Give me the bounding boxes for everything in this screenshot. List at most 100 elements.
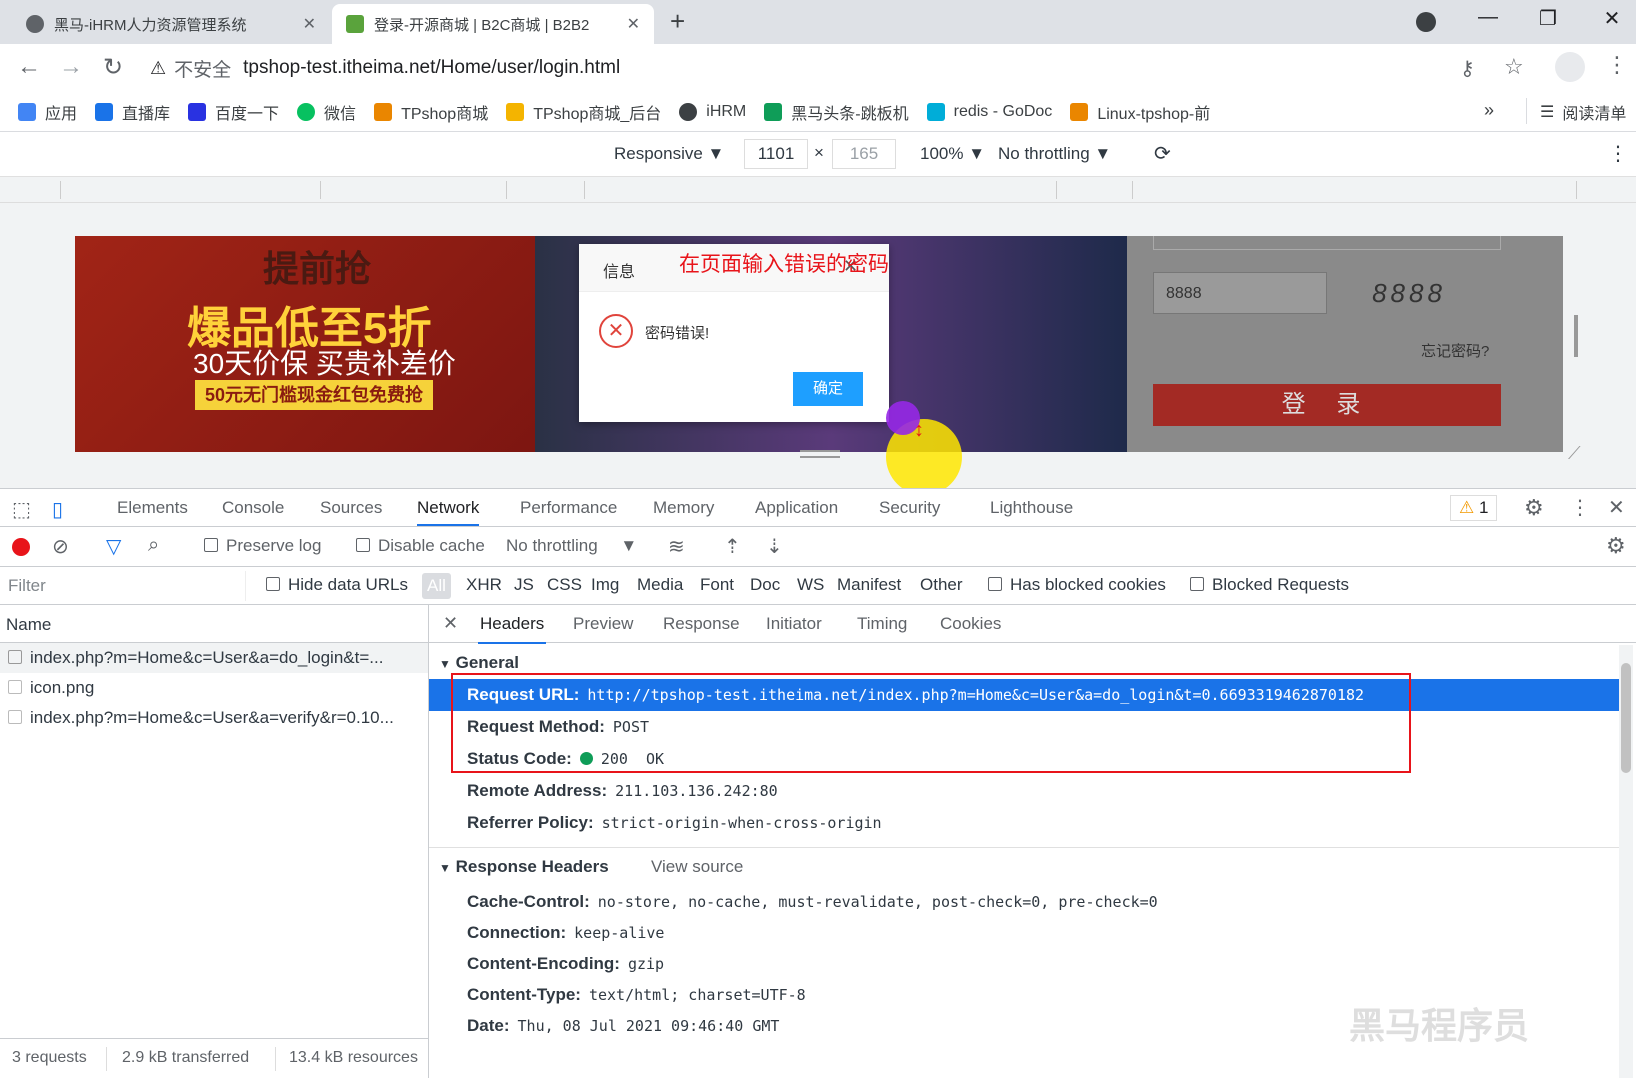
dialog-ok-button[interactable]: 确定 <box>793 372 863 406</box>
hide-data-urls-checkbox[interactable]: Hide data URLs <box>266 575 408 595</box>
device-toggle-icon[interactable]: ▯ <box>52 497 63 522</box>
response-headers-section-header[interactable]: ▼ Response Headers <box>439 857 609 877</box>
close-icon[interactable]: ✕ <box>627 14 640 34</box>
close-icon[interactable]: ✕ <box>303 14 316 34</box>
filter-type-manifest[interactable]: Manifest <box>837 575 901 595</box>
bookmark-item[interactable]: 直播库 <box>95 100 170 124</box>
filter-icon[interactable]: ▽ <box>106 534 121 559</box>
tab-application[interactable]: Application <box>755 498 838 518</box>
filter-type-img[interactable]: Img <box>591 575 619 595</box>
filter-type-font[interactable]: Font <box>700 575 734 595</box>
search-icon[interactable]: ⌕ <box>148 534 159 557</box>
bookmark-item[interactable]: 百度一下 <box>188 100 279 124</box>
right-resize-handle[interactable] <box>1574 315 1578 357</box>
tab-network[interactable]: Network <box>417 498 480 526</box>
key-icon[interactable]: ⚷ <box>1460 56 1475 81</box>
warnings-badge[interactable]: ⚠ 1 <box>1450 495 1498 521</box>
restore-button[interactable]: ❐ <box>1528 6 1568 31</box>
scrollbar-thumb[interactable] <box>1621 663 1631 773</box>
scrollbar[interactable] <box>1619 645 1633 1078</box>
star-icon[interactable]: ☆ <box>1504 54 1524 80</box>
request-row[interactable]: index.php?m=Home&c=User&a=do_login&t=... <box>0 643 428 673</box>
tab-console[interactable]: Console <box>222 498 284 518</box>
forgot-password-link[interactable]: 忘记密码? <box>1421 340 1489 361</box>
filter-type-media[interactable]: Media <box>637 575 683 595</box>
reload-icon[interactable]: ↻ <box>98 53 128 82</box>
filter-type-css[interactable]: CSS <box>547 575 582 595</box>
tab-initiator[interactable]: Initiator <box>766 614 822 634</box>
tab-response[interactable]: Response <box>663 614 740 634</box>
inspect-icon[interactable]: ⬚ <box>12 497 31 522</box>
request-row[interactable]: index.php?m=Home&c=User&a=verify&r=0.10.… <box>0 703 428 733</box>
bookmark-item[interactable]: TPshop商城_后台 <box>506 100 661 124</box>
browser-tab-login[interactable]: 登录-开源商城 | B2C商城 | B2B2 ✕ <box>332 4 654 44</box>
bookmark-item[interactable]: Linux-tpshop-前 <box>1070 100 1210 124</box>
bookmark-item[interactable]: 微信 <box>297 100 356 124</box>
view-source-link[interactable]: View source <box>651 857 743 877</box>
tab-memory[interactable]: Memory <box>653 498 714 518</box>
minimize-button[interactable]: — <box>1468 6 1508 29</box>
rotate-icon[interactable]: ⟳ <box>1154 141 1171 166</box>
throttling-select[interactable]: No throttling ▼ <box>506 536 637 556</box>
more-icon[interactable]: ⋮ <box>1570 495 1590 520</box>
general-section-header[interactable]: ▼ General <box>439 653 519 673</box>
address-bar[interactable]: ⚠ 不安全 tpshop-test.itheima.net/Home/user/… <box>150 50 1450 86</box>
import-har-icon[interactable]: ⇡ <box>724 534 741 559</box>
profile-icon[interactable] <box>1555 52 1585 82</box>
browser-tab-ihrm[interactable]: 黑马-iHRM人力资源管理系统 ✕ <box>12 4 330 44</box>
network-settings-icon[interactable]: ⚙ <box>1606 533 1626 559</box>
export-har-icon[interactable]: ⇣ <box>766 534 783 559</box>
bookmark-item[interactable]: iHRM <box>679 102 746 121</box>
bookmark-item[interactable]: redis - GoDoc <box>926 102 1052 121</box>
new-tab-button[interactable]: + <box>670 6 685 37</box>
disable-cache-checkbox[interactable]: Disable cache <box>356 536 485 556</box>
corner-resize-icon[interactable]: ⟋ <box>1568 443 1581 464</box>
tab-lighthouse[interactable]: Lighthouse <box>990 498 1073 518</box>
filter-input[interactable]: Filter <box>0 571 246 601</box>
name-column-header[interactable]: Name <box>0 605 428 643</box>
throttle-select[interactable]: No throttling ▼ <box>998 144 1111 164</box>
filter-type-ws[interactable]: WS <box>797 575 824 595</box>
settings-icon[interactable]: ⚙ <box>1524 495 1544 521</box>
tab-search-icon[interactable] <box>1416 12 1436 32</box>
login-button[interactable]: 登 录 <box>1153 384 1501 426</box>
tab-headers[interactable]: Headers <box>478 614 547 644</box>
bookmark-apps[interactable]: 应用 <box>18 100 77 124</box>
tab-preview[interactable]: Preview <box>573 614 633 634</box>
tab-timing[interactable]: Timing <box>857 614 907 634</box>
device-mode-select[interactable]: Responsive ▼ <box>614 144 724 164</box>
filter-type-other[interactable]: Other <box>920 575 963 595</box>
filter-type-all[interactable]: All <box>422 573 451 599</box>
tab-sources[interactable]: Sources <box>320 498 382 518</box>
has-blocked-cookies-checkbox[interactable]: Has blocked cookies <box>988 575 1166 595</box>
forward-icon[interactable]: → <box>56 53 86 81</box>
tab-performance[interactable]: Performance <box>520 498 617 518</box>
blocked-requests-checkbox[interactable]: Blocked Requests <box>1190 575 1349 595</box>
tab-security[interactable]: Security <box>879 498 940 518</box>
close-window-button[interactable]: ✕ <box>1592 6 1632 31</box>
menu-icon[interactable]: ⋮ <box>1606 52 1628 78</box>
request-row[interactable]: icon.png <box>0 673 428 703</box>
more-icon[interactable]: ⋮ <box>1608 141 1628 166</box>
filter-type-xhr[interactable]: XHR <box>466 575 502 595</box>
close-details-icon[interactable]: ✕ <box>443 613 458 634</box>
password-field[interactable] <box>1153 236 1501 250</box>
captcha-image[interactable]: 8888 <box>1351 272 1467 314</box>
clear-icon[interactable]: ⊘ <box>52 534 69 559</box>
tab-elements[interactable]: Elements <box>117 498 188 518</box>
record-icon[interactable] <box>12 538 30 556</box>
bookmarks-overflow-button[interactable]: » <box>1484 100 1494 121</box>
preserve-log-checkbox[interactable]: Preserve log <box>204 536 321 556</box>
zoom-select[interactable]: 100% ▼ <box>920 144 985 164</box>
captcha-input[interactable]: 8888 <box>1153 272 1327 314</box>
bookmark-item[interactable]: 黑马头条-跳板机 <box>764 100 909 124</box>
tab-cookies[interactable]: Cookies <box>940 614 1001 634</box>
filter-type-js[interactable]: JS <box>514 575 534 595</box>
reading-list-button[interactable]: ☰ 阅读清单 <box>1526 100 1626 124</box>
back-icon[interactable]: ← <box>14 53 44 81</box>
filter-type-doc[interactable]: Doc <box>750 575 780 595</box>
height-input[interactable]: 165 <box>832 139 896 169</box>
close-devtools-icon[interactable]: ✕ <box>1608 495 1625 520</box>
bottom-resize-handle[interactable] <box>800 450 840 458</box>
bookmark-item[interactable]: TPshop商城 <box>374 100 488 124</box>
